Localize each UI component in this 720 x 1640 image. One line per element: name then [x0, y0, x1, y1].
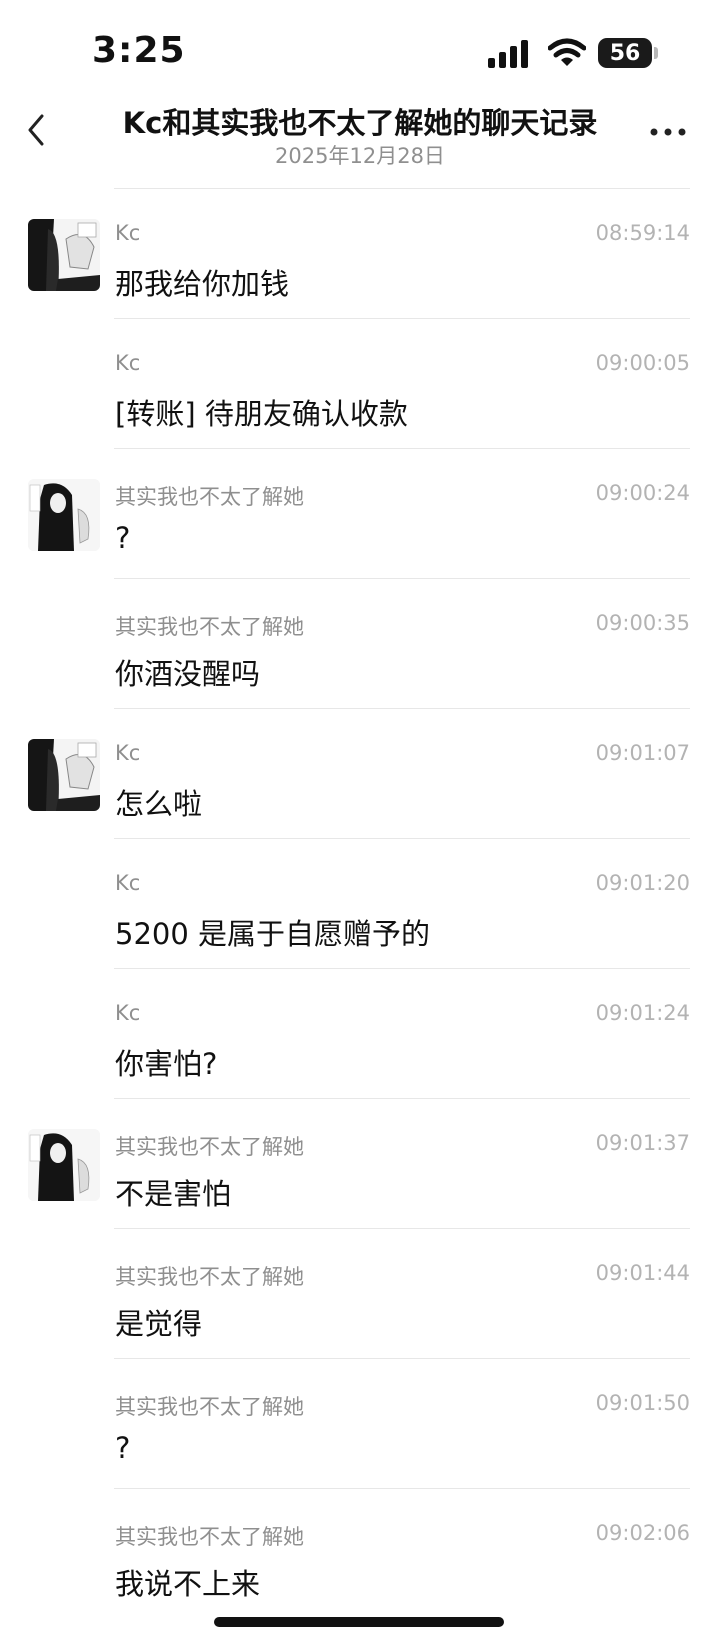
message-list: Kc 08:59:14 那我给你加钱 Kc 09:00:05 [转账] 待朋友确… [0, 189, 720, 1619]
message-row[interactable]: Kc 09:01:24 你害怕? [0, 969, 720, 1099]
message-row[interactable]: 其实我也不太了解她 09:00:24 ? [0, 449, 720, 579]
message-text: 那我给你加钱 [115, 267, 290, 301]
message-sender: 其实我也不太了解她 [115, 1135, 304, 1159]
message-row[interactable]: 其实我也不太了解她 09:00:35 你酒没醒吗 [0, 579, 720, 709]
message-row[interactable]: Kc 09:00:05 [转账] 待朋友确认收款 [0, 319, 720, 449]
page-title: Kc和其实我也不太了解她的聊天记录 [122, 106, 598, 140]
message-time: 09:00:05 [595, 351, 690, 375]
message-text: 是觉得 [115, 1307, 203, 1341]
message-text: ? [115, 1431, 131, 1465]
message-sender: 其实我也不太了解她 [115, 615, 304, 639]
message-time: 09:01:24 [595, 1001, 690, 1025]
wifi-icon [548, 38, 586, 66]
message-time: 09:01:37 [595, 1131, 690, 1155]
message-row[interactable]: Kc 09:01:20 5200 是属于自愿赠予的 [0, 839, 720, 969]
message-sender: 其实我也不太了解她 [115, 1265, 304, 1289]
message-text: 怎么啦 [115, 787, 203, 821]
message-text: 5200 是属于自愿赠予的 [115, 917, 431, 951]
message-sender: Kc [115, 351, 141, 375]
avatar-manga-image-icon [28, 479, 100, 551]
message-row[interactable]: Kc 09:01:07 怎么啦 [0, 709, 720, 839]
message-row[interactable]: 其实我也不太了解她 09:01:44 是觉得 [0, 1229, 720, 1359]
message-time: 09:02:06 [595, 1521, 690, 1545]
avatar-manga-image-icon [28, 219, 100, 291]
battery-indicator: 56 [598, 38, 652, 68]
status-bar: 3:25 56 [0, 0, 720, 100]
message-row[interactable]: 其实我也不太了解她 09:01:50 ? [0, 1359, 720, 1489]
page-subtitle-date: 2025年12月28日 [275, 144, 445, 168]
message-time: 09:00:24 [595, 481, 690, 505]
avatar-manga-image-icon [28, 739, 100, 811]
message-row[interactable]: Kc 08:59:14 那我给你加钱 [0, 189, 720, 319]
message-row[interactable]: 其实我也不太了解她 09:02:06 我说不上来 [0, 1489, 720, 1619]
message-row[interactable]: 其实我也不太了解她 09:01:37 不是害怕 [0, 1099, 720, 1229]
status-time: 3:25 [92, 30, 186, 71]
more-horizontal-icon[interactable] [648, 122, 688, 142]
avatar-manga-image-icon [28, 1129, 100, 1201]
message-time: 09:01:07 [595, 741, 690, 765]
chevron-left-icon[interactable] [20, 110, 54, 150]
message-text: 你酒没醒吗 [115, 657, 261, 691]
avatar[interactable] [28, 739, 100, 811]
message-time: 09:00:35 [595, 611, 690, 635]
message-sender: Kc [115, 871, 141, 895]
message-sender: Kc [115, 221, 141, 245]
message-text: 我说不上来 [115, 1567, 261, 1601]
chat-history-header: Kc和其实我也不太了解她的聊天记录 2025年12月28日 [0, 92, 720, 184]
message-text: 不是害怕 [115, 1177, 232, 1211]
message-sender: Kc [115, 741, 141, 765]
home-indicator[interactable] [214, 1617, 504, 1627]
message-sender: 其实我也不太了解她 [115, 485, 304, 509]
message-time: 09:01:50 [595, 1391, 690, 1415]
message-time: 08:59:14 [595, 221, 690, 245]
message-sender: Kc [115, 1001, 141, 1025]
message-time: 09:01:20 [595, 871, 690, 895]
message-text: ? [115, 521, 131, 555]
message-sender: 其实我也不太了解她 [115, 1525, 304, 1549]
avatar[interactable] [28, 219, 100, 291]
message-sender: 其实我也不太了解她 [115, 1395, 304, 1419]
avatar[interactable] [28, 1129, 100, 1201]
message-text: [转账] 待朋友确认收款 [115, 397, 408, 431]
message-time: 09:01:44 [595, 1261, 690, 1285]
signal-icon [488, 40, 528, 68]
message-text: 你害怕? [115, 1047, 218, 1081]
avatar[interactable] [28, 479, 100, 551]
battery-tip [654, 47, 658, 59]
